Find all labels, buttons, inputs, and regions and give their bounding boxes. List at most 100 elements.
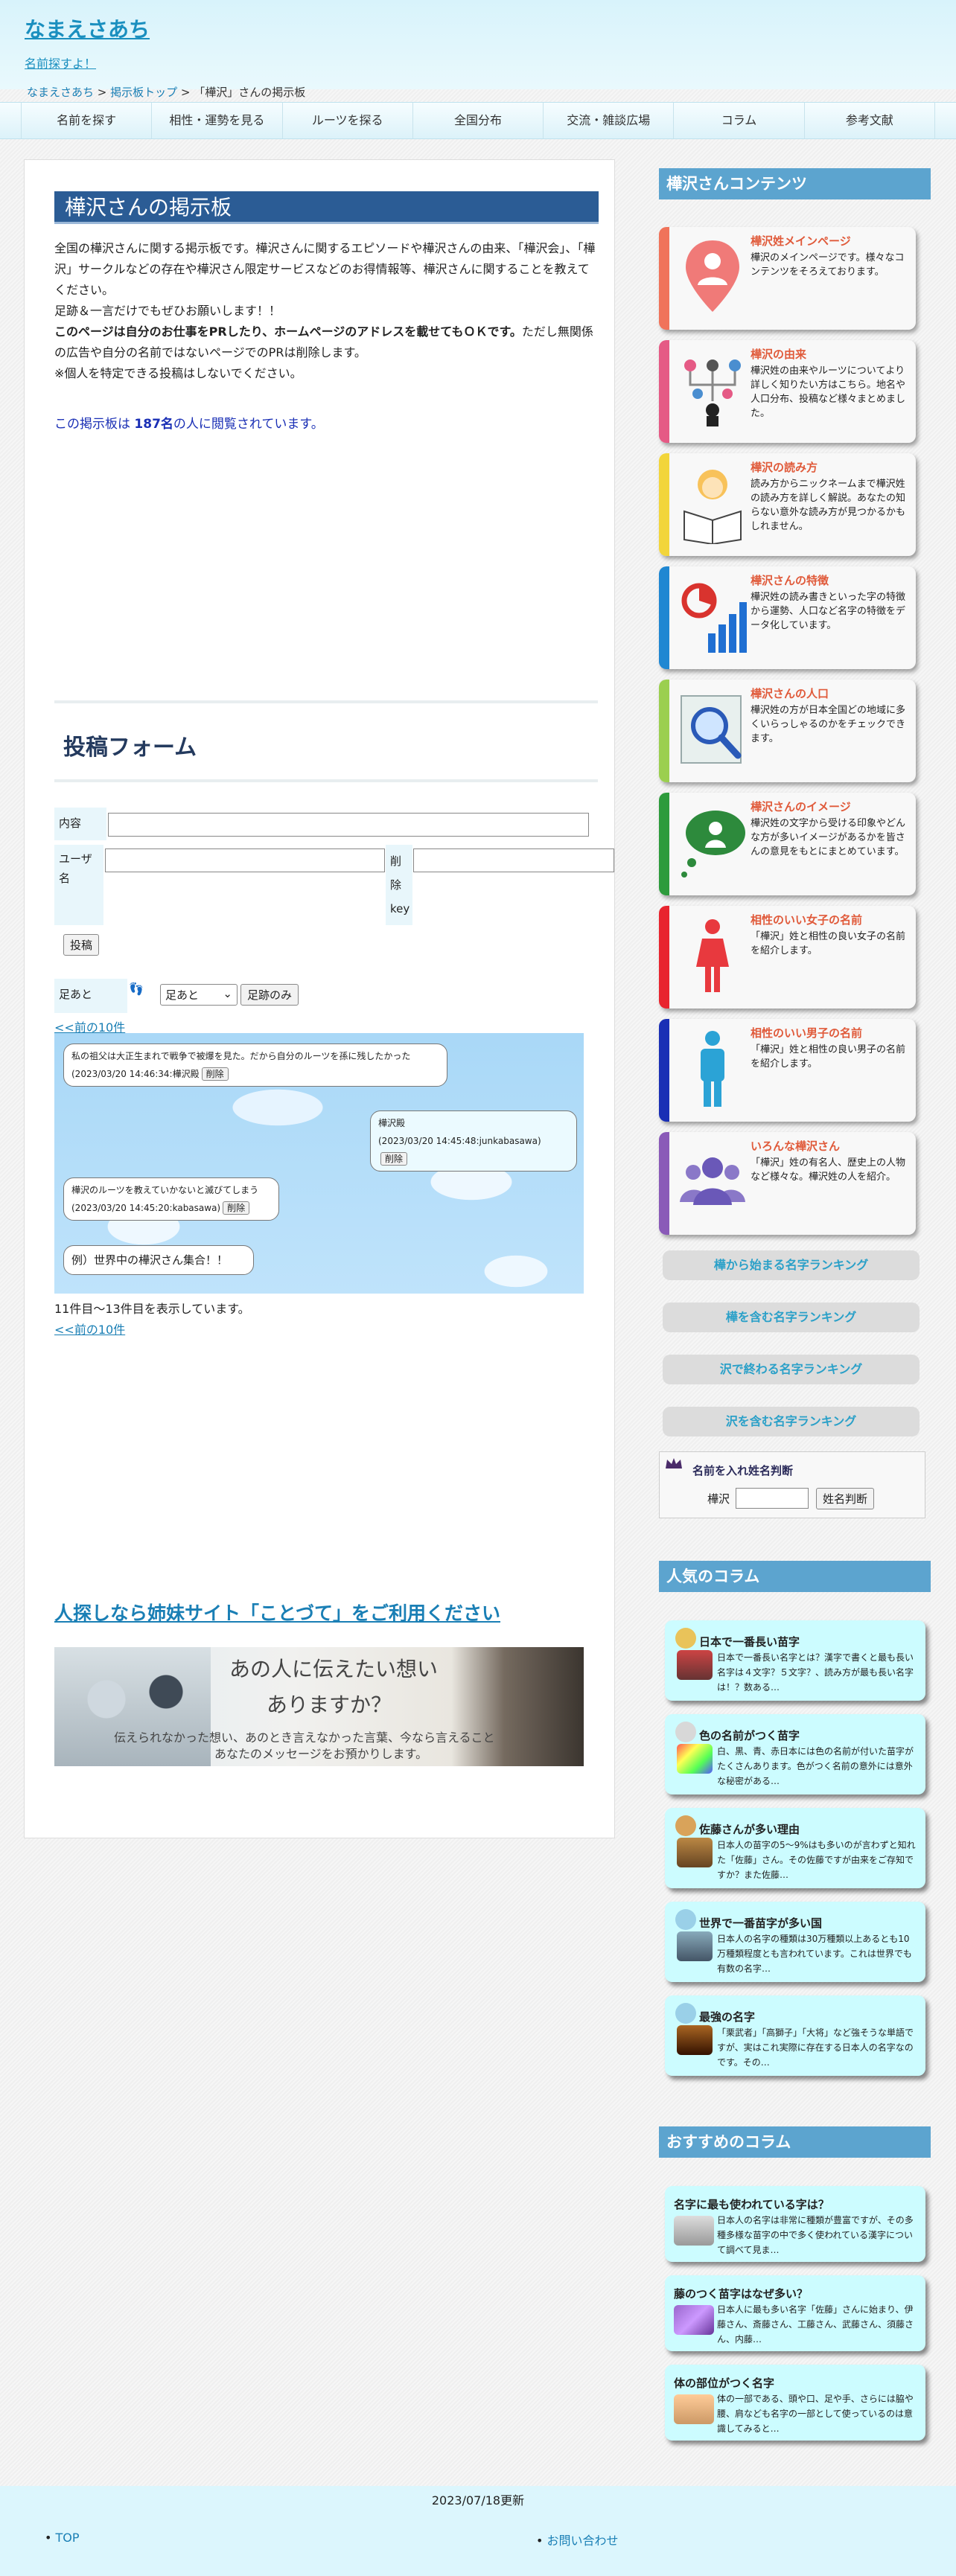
sister-site-link[interactable]: 人探しなら姉妹サイト「ことづて」をご利用ください [54, 1599, 500, 1626]
content-card[interactable]: 樺沢の由来 樺沢姓の由来やルーツについてより詳しく知りたい方はこちら。地名や人口… [659, 340, 916, 443]
map-pin-person-icon [677, 236, 748, 318]
sister-site-banner[interactable]: あの人に伝えたい想い ありますか？ 伝えられなかった想い、あのとき言えなかった言… [54, 1647, 584, 1766]
judge-surname: 樺沢 [707, 1492, 730, 1506]
prev-10-link[interactable]: <<前の10件 [54, 1320, 125, 1337]
delete-button[interactable]: 削除 [380, 1152, 408, 1166]
post-text: 樺沢のルーツを教えていかないと滅びてしまう [71, 1185, 259, 1195]
content-card[interactable]: いろんな樺沢さん 「樺沢」姓の有名人、歴史上の人物など様々な。樺沢姓の人を紹介。 [659, 1132, 916, 1235]
breadcrumb-home[interactable]: なまえさあち [27, 86, 94, 99]
judge-button[interactable]: 姓名判断 [816, 1488, 875, 1509]
popular-column-card[interactable]: 佐藤さんが多い理由 日本人の苗字の5〜9%はも多いのが言わずと知れた「佐藤」さん… [665, 1808, 925, 1888]
content-card[interactable]: 相性のいい男子の名前 「樺沢」姓と相性の良い男子の名前を紹介します。 [659, 1019, 916, 1122]
content-input[interactable] [108, 813, 589, 837]
content-card[interactable]: 相性のいい女子の名前 「樺沢」姓と相性の良い女子の名前を紹介します。 [659, 906, 916, 1009]
chevron-down-icon: ⌄ [223, 987, 232, 1000]
ranking-link-contains-second[interactable]: 沢を含む名字ランキング [663, 1407, 920, 1436]
desc-line: このページは自分のお仕事をPRしたり、ホームページのアドレスを載せてもＯＫです。… [54, 322, 598, 363]
footprint-icon: 👣 [129, 982, 144, 996]
judge-title: 名前を入れ姓名判断 [692, 1464, 794, 1477]
column-thumbnail [677, 1931, 713, 1961]
content-card[interactable]: 樺沢さんの人口 樺沢姓の方が日本全国どの地域に多くいらっしゃるのかをチェックでき… [659, 680, 916, 782]
nav-item-references[interactable]: 参考文献 [805, 103, 935, 138]
card-accent-bar [659, 227, 669, 330]
recommend-column-card[interactable]: 藤のつく苗字はなぜ多い？ 日本人に最も多い名字「佐藤」さんに始まり、伊藤さん、斎… [665, 2275, 925, 2351]
counter-number: 187名 [134, 417, 173, 432]
delete-button[interactable]: 削除 [201, 1067, 229, 1081]
card-accent-bar [659, 566, 669, 669]
card-title: 相性のいい男子の名前 [751, 1026, 863, 1040]
popular-column-card[interactable]: 日本で一番長い苗字 日本で一番長い名字とは？漢字で書くと最も長い名字は４文字？５… [665, 1620, 925, 1701]
card-accent-bar [659, 906, 669, 1009]
male-icon [677, 1028, 748, 1110]
card-title: いろんな樺沢さん [751, 1140, 841, 1153]
card-accent-bar [659, 1132, 669, 1235]
content-card[interactable]: 樺沢の読み方 読み方からニックネームまで樺沢姓の読み方を詳しく解説。あなたの知ら… [659, 453, 916, 556]
footer-contact-item: • お問い合わせ [536, 2534, 619, 2548]
breadcrumb: なまえさあち > 掲示板トップ > 「樺沢」さんの掲示板 [27, 84, 305, 100]
column-thumbnail [677, 1744, 713, 1774]
column-title: 体の部位がつく名字 [674, 2377, 775, 2390]
post-bubble: 樺沢殿 (2023/03/20 14:45:48:junkabasawa) 削除 [370, 1110, 577, 1172]
ranking-link-ends[interactable]: 沢で終わる名字ランキング [663, 1355, 920, 1384]
content-card[interactable]: 樺沢姓メインページ 樺沢のメインページです。様々なコンテンツをそろえております。 [659, 227, 916, 330]
recommend-column-card[interactable]: 体の部位がつく名字 体の一部である、頭や口、足や手、さらには脇や腰、肩なども名字… [665, 2365, 925, 2441]
nav-item-column[interactable]: コラム [674, 103, 805, 138]
breadcrumb-sep: > [94, 86, 111, 99]
banner-text: あの人に伝えたい想い [229, 1657, 439, 1681]
site-header: なまえさあち 名前探すよ！ なまえさあち > 掲示板トップ > 「樺沢」さんの掲… [0, 0, 956, 99]
card-accent-bar [659, 453, 669, 556]
desc-line: 足跡＆一言だけでもぜひお願いします！！ [54, 304, 281, 318]
card-title: 相性のいい女子の名前 [751, 913, 863, 927]
footer-top-link[interactable]: TOP [56, 2531, 80, 2545]
card-desc: 「樺沢」姓と相性の良い女子の名前を紹介します。 [751, 931, 906, 956]
footprint-only-button[interactable]: 足跡のみ [240, 984, 299, 1006]
content-card[interactable]: 樺沢さんの特徴 樺沢姓の読み書きといった字の特徴から運勢、人口など名字の特徴をデ… [659, 566, 916, 669]
post-button[interactable]: 投稿 [63, 934, 100, 956]
nav-item-fortune[interactable]: 相性・運勢を見る [152, 103, 283, 138]
card-title: 樺沢の読み方 [751, 461, 818, 474]
updated-date: 2023/07/18更新 [431, 2493, 525, 2508]
site-title-link[interactable]: なまえさあち [25, 13, 150, 43]
footer-contact-link[interactable]: お問い合わせ [547, 2534, 619, 2548]
popular-column-card[interactable]: 世界で一番苗字が多い国 日本人の名字の種類は30万種類以上あるとも10万種類程度… [665, 1902, 925, 1982]
recommend-column-card[interactable]: 名字に最も使われている字は？ 日本人の名字は非常に種類が豊富ですが、その多種多様… [665, 2186, 925, 2262]
user-label: ユーザ名 [54, 845, 103, 925]
card-title: 樺沢さんの特徴 [751, 574, 829, 587]
card-desc: 読み方からニックネームまで樺沢姓の読み方を詳しく解説。あなたの知らない意外な読み… [751, 479, 906, 532]
recommend-heading: おすすめのコラム [659, 2126, 931, 2158]
card-title: 樺沢さんのイメージ [751, 800, 851, 814]
footer-top-item: • TOP [45, 2531, 80, 2545]
nav-item-roots[interactable]: ルーツを探る [283, 103, 413, 138]
ranking-link-contains-first[interactable]: 樺を含む名字ランキング [663, 1303, 920, 1332]
content-card[interactable]: 樺沢さんのイメージ 樺沢姓の文字から受ける印象やどんな方が多いイメージがあるかを… [659, 793, 916, 895]
breadcrumb-current: 「樺沢」さんの掲示板 [194, 86, 306, 99]
nav-item-search[interactable]: 名前を探す [21, 103, 153, 138]
showing-range: 11件目〜13件目を表示しています。 [54, 1302, 250, 1316]
breadcrumb-board-top[interactable]: 掲示板トップ [110, 86, 177, 99]
footprint-select[interactable]: 足あと ⌄ [160, 984, 238, 1006]
female-icon [677, 915, 748, 997]
username-input[interactable] [105, 848, 385, 872]
form-title: 投稿フォーム [63, 735, 197, 761]
card-desc: 「樺沢」姓と相性の良い男子の名前を紹介します。 [751, 1044, 906, 1070]
rank-badge-icon [675, 1722, 696, 1742]
column-thumbnail [674, 2394, 714, 2424]
delete-key-input[interactable] [413, 848, 614, 872]
post-meta: (2023/03/20 14:45:20:kabasawa) [71, 1203, 221, 1213]
nav-item-distribution[interactable]: 全国分布 [413, 103, 544, 138]
breadcrumb-sep: > [177, 86, 194, 99]
rank-badge-icon [675, 1815, 696, 1836]
given-name-input[interactable] [736, 1488, 809, 1509]
nav-item-community[interactable]: 交流・雑談広場 [544, 103, 675, 138]
ranking-link-starts[interactable]: 樺から始まる名字ランキング [663, 1250, 920, 1280]
delete-button[interactable]: 削除 [223, 1201, 250, 1215]
column-desc: 日本人に最も多い名字「佐藤」さんに始まり、伊藤さん、斎藤さん、工藤さん、武藤さん… [717, 2304, 914, 2345]
popular-column-card[interactable]: 色の名前がつく苗字 白、黒、青、赤日本には色の名前が付いた苗字がたくさんあります… [665, 1714, 925, 1794]
desc-line: 全国の樺沢さんに関する掲示板です。樺沢さんに関するエピソードや樺沢さんの由来、「… [54, 241, 596, 297]
divider [54, 779, 598, 782]
popular-column-card[interactable]: 最強の名字 「栗武者」「高獅子」「大将」など強そうな単語ですが、実はこれ実際に存… [665, 1995, 925, 2076]
post-text: 私の祖父は大正生まれで戦争で被爆を見た。だから自分のルーツを孫に残したかった [71, 1051, 411, 1061]
site-subtitle-link[interactable]: 名前探すよ！ [25, 54, 96, 71]
column-title: 最強の名字 [699, 2010, 756, 2024]
column-thumbnail [677, 2025, 713, 2055]
